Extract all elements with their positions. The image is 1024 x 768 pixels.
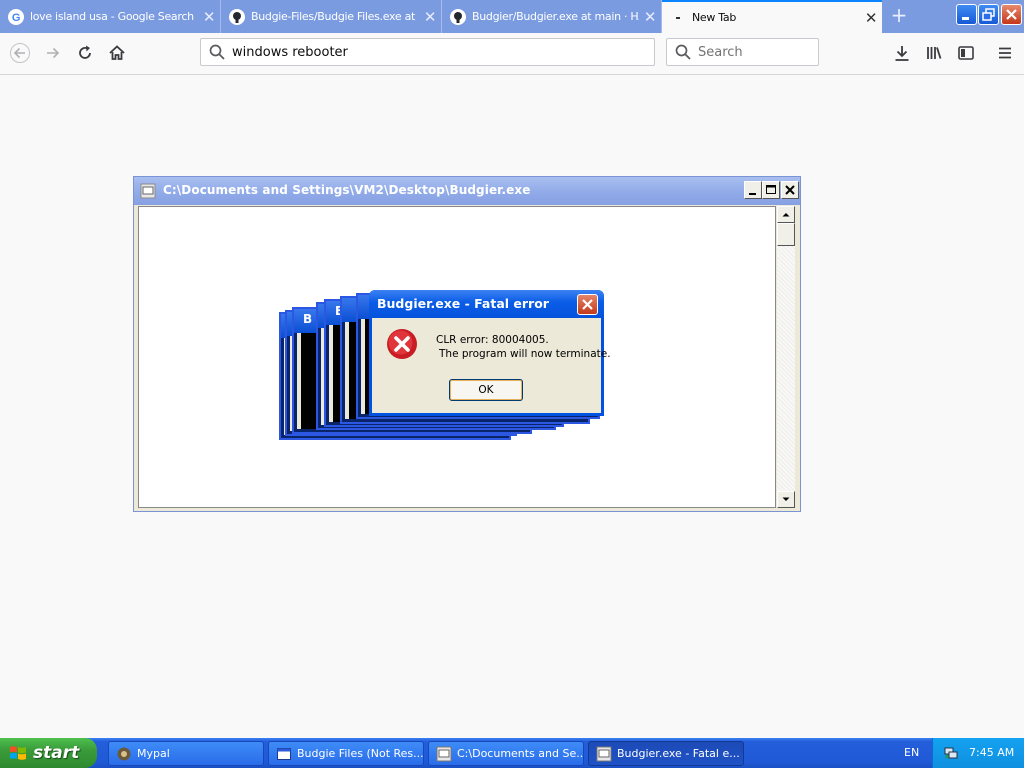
taskbar-item-mypal[interactable]: Mypal: [108, 741, 264, 766]
search-icon: [675, 44, 691, 60]
console-minimize-button[interactable]: [744, 181, 762, 199]
home-icon: [109, 45, 125, 60]
scroll-down-button[interactable]: [777, 491, 795, 508]
library-icon: [927, 47, 942, 59]
window-icon: [277, 747, 291, 760]
browser-toolbar: [0, 33, 1024, 75]
svg-text:G: G: [12, 12, 20, 24]
taskbar-item-label: Budgier.exe - Fatal e...: [617, 747, 740, 760]
error-message-line2: The program will now terminate.: [439, 348, 611, 360]
back-arrow-icon: [10, 43, 30, 63]
taskbar-item-fatal-error[interactable]: Budgier.exe - Fatal e...: [588, 741, 744, 766]
windows-flag-icon: [10, 746, 26, 760]
tab-close-icon[interactable]: ✕: [198, 8, 220, 26]
tab-close-icon[interactable]: ✕: [639, 8, 661, 26]
console-maximize-button[interactable]: [762, 181, 780, 199]
window-minimize-button[interactable]: [956, 4, 977, 25]
taskbar: start Mypal Budgie Files (Not Res... C:\…: [0, 738, 1024, 768]
github-icon: [229, 8, 245, 25]
downloads-button[interactable]: [888, 39, 916, 67]
browser-tab-strip: G love island usa - Google Search ✕ Budg…: [0, 0, 1024, 33]
stacked-dialog-title: B: [303, 312, 313, 326]
language-indicator[interactable]: EN: [904, 746, 919, 759]
menu-button[interactable]: [991, 39, 1019, 67]
clock[interactable]: 7:45 AM: [969, 746, 1014, 759]
arrow-down-icon: [782, 497, 790, 501]
start-label: start: [33, 743, 80, 763]
taskbar-item-label: Mypal: [137, 747, 170, 760]
url-input[interactable]: [232, 41, 642, 63]
console-close-button[interactable]: [781, 181, 799, 199]
scroll-up-button[interactable]: [777, 206, 795, 223]
system-tray: 7:45 AM: [932, 738, 1024, 768]
network-icon[interactable]: [943, 745, 959, 761]
close-icon: [785, 185, 795, 195]
error-icon: [387, 329, 417, 359]
sidebar-icon: [958, 46, 974, 60]
search-bar[interactable]: [666, 38, 819, 66]
error-message-line1: CLR error: 80004005.: [436, 334, 549, 346]
minimize-icon: [749, 193, 756, 195]
dialog-titlebar[interactable]: Budgier.exe - Fatal error: [369, 290, 604, 318]
search-icon: [209, 44, 225, 60]
console-title: C:\Documents and Settings\VM2\Desktop\Bu…: [163, 183, 531, 197]
taskbar-item-label: C:\Documents and Se...: [457, 747, 584, 760]
window-close-button[interactable]: [1001, 4, 1022, 25]
reload-icon: [79, 45, 91, 59]
console-app-icon: [140, 183, 156, 199]
start-button[interactable]: start: [0, 738, 97, 768]
url-bar[interactable]: [200, 38, 655, 66]
taskbar-item-label: Budgie Files (Not Res...: [297, 747, 424, 760]
tab-title: love island usa - Google Search: [30, 10, 194, 23]
home-button[interactable]: [103, 39, 131, 67]
minimize-icon: [962, 17, 969, 20]
fatal-error-dialog[interactable]: Budgier.exe - Fatal error CLR error: 800…: [369, 290, 611, 416]
new-tab-button[interactable]: +: [888, 5, 910, 26]
github-icon: [450, 8, 466, 25]
back-button[interactable]: [6, 39, 34, 67]
ok-button[interactable]: OK: [449, 379, 523, 401]
taskbar-item-budgie-files[interactable]: Budgie Files (Not Res...: [268, 741, 424, 766]
library-button[interactable]: [920, 39, 948, 67]
download-icon: [895, 46, 909, 61]
tab-google-search[interactable]: G love island usa - Google Search ✕: [0, 0, 221, 33]
forward-button[interactable]: [39, 39, 67, 67]
console-scrollbar[interactable]: [777, 206, 795, 508]
close-icon: [1006, 9, 1017, 20]
console-icon: [596, 746, 612, 761]
taskbar-item-console[interactable]: C:\Documents and Se...: [428, 741, 584, 766]
google-icon: G: [8, 8, 24, 25]
window-restore-button[interactable]: [978, 4, 999, 25]
tab-title: Budgie-Files/Budgie Files.exe at m: [251, 10, 419, 23]
maximize-icon: [766, 185, 776, 194]
newtab-icon: [670, 10, 686, 26]
dialog-close-button[interactable]: [577, 294, 598, 315]
reload-button[interactable]: [71, 39, 99, 67]
tab-new-tab[interactable]: New Tab ✕: [662, 0, 882, 33]
mypal-icon: [117, 747, 131, 760]
tab-close-icon[interactable]: ✕: [419, 8, 441, 26]
console-icon: [436, 746, 452, 761]
forward-arrow-icon: [47, 47, 60, 59]
close-icon: [582, 299, 593, 310]
hamburger-menu-icon: [999, 47, 1011, 59]
tab-close-icon[interactable]: ✕: [860, 9, 882, 27]
search-input[interactable]: [698, 41, 808, 63]
sidebar-button[interactable]: [952, 39, 980, 67]
tab-title: Budgier/Budgier.exe at main · HA: [472, 10, 639, 23]
tab-budgier[interactable]: Budgier/Budgier.exe at main · HA ✕: [442, 0, 662, 33]
tab-title: New Tab: [692, 11, 737, 24]
dialog-body: CLR error: 80004005. The program will no…: [372, 318, 611, 413]
arrow-up-icon: [782, 213, 790, 217]
tab-budgie-files[interactable]: Budgie-Files/Budgie Files.exe at m ✕: [221, 0, 442, 33]
console-titlebar[interactable]: C:\Documents and Settings\VM2\Desktop\Bu…: [134, 177, 800, 205]
restore-icon: [982, 8, 995, 21]
scroll-thumb[interactable]: [777, 223, 795, 246]
dialog-title: Budgier.exe - Fatal error: [377, 296, 549, 311]
